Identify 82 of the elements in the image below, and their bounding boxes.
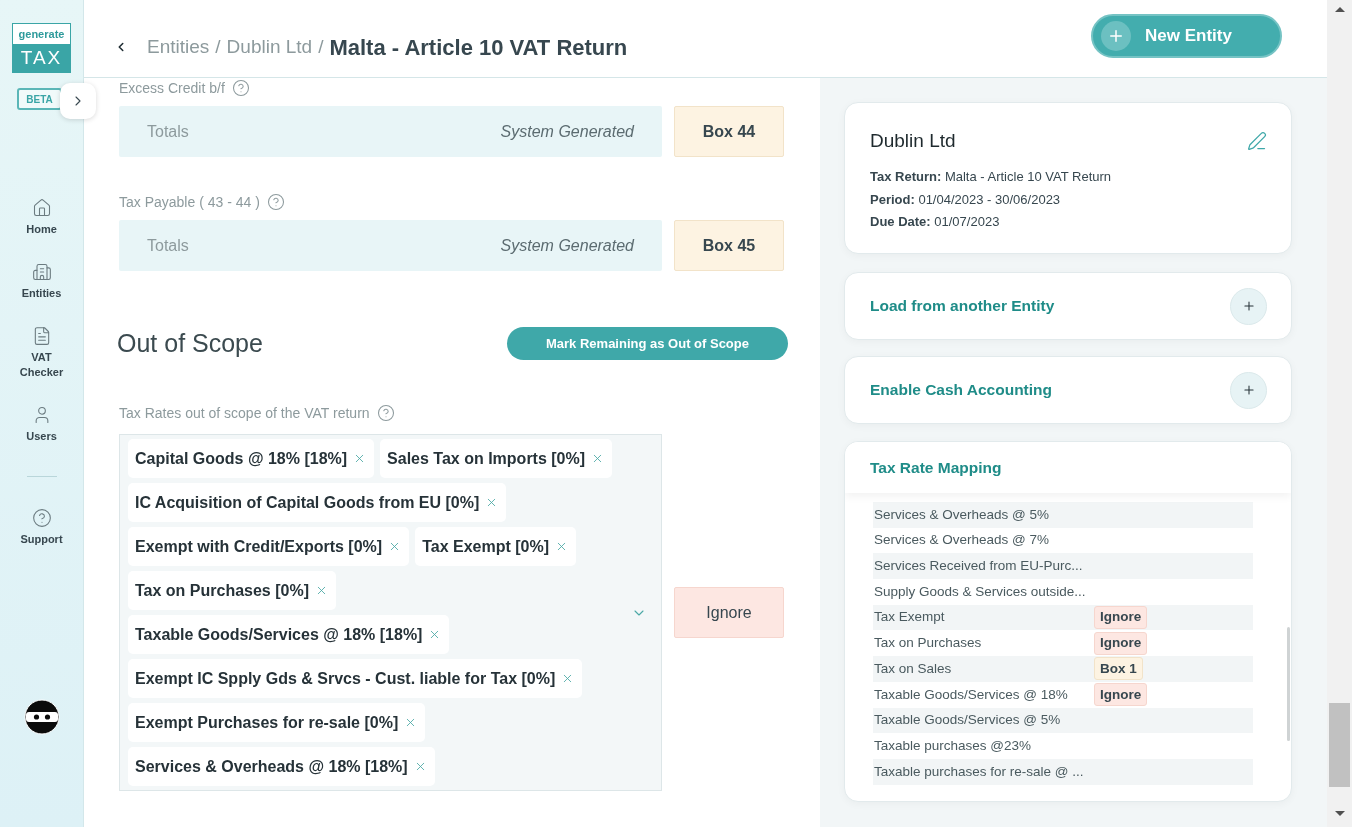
expand-button[interactable] [1230,287,1267,325]
edit-icon[interactable] [1247,131,1267,151]
tax-rate-name: Tax on Purchases [873,634,983,653]
page-title: Malta - Article 10 VAT Return [329,33,628,62]
avatar-icon[interactable] [23,699,60,735]
sidebar-nav-item[interactable]: Entities [6,262,77,301]
scroll-up-arrow-icon[interactable] [1335,7,1345,12]
box-mapping-tag: Ignore [1094,631,1148,655]
tax-rate-name: Services & Overheads @ 7% [873,531,1051,550]
box-mapping-tag: Box 1 [1094,657,1143,681]
section-heading: Out of Scope [117,327,263,359]
entity-detail-line: Due Date: 01/07/2023 [870,213,1001,231]
breadcrumb-separator: / [215,34,221,59]
tax-rate-chip: Tax Exempt [0%] [415,527,576,566]
field-label: Tax Payable ( 43 - 44 ) [119,192,260,212]
logo-wordmark: generate [17,26,66,42]
sidebar-nav-item[interactable]: VAT Checker [6,326,77,380]
help-icon[interactable] [266,193,285,211]
breadcrumb-link[interactable]: Entities [147,32,210,62]
tax-rate-name: Taxable Goods/Services @ 18% [873,685,1069,704]
help-icon[interactable] [376,404,395,422]
field-note: System Generated [500,235,634,256]
close-icon[interactable] [555,540,568,553]
tax-rate-chip: Exempt with Credit/Exports [0%] [128,527,410,566]
sidebar-nav-item[interactable]: Users [6,405,77,444]
tax-rate-chip: Taxable Goods/Services @ 18% [18%] [128,615,450,654]
entity-detail-line: Tax Return: Malta - Article 10 VAT Return [870,168,1113,186]
card-title: Tax Rate Mapping [870,457,1002,478]
field-note: System Generated [500,121,634,142]
tax-rate-chip: Services & Overheads @ 18% [18%] [128,747,435,786]
field-label: Excess Credit b/f [119,78,225,98]
tax-rate-chip: Exempt Purchases for re-sale [0%] [128,703,426,742]
tax-rate-name: Services & Overheads @ 5% [873,505,1051,524]
beta-badge: BETA [17,88,62,110]
tax-rate-name: Services Received from EU-Purc... [873,557,1084,576]
tax-rate-chip: Capital Goods @ 18% [18%] [128,439,375,478]
tax-rate-name: Tax on Sales [873,659,953,678]
section-title: Enable Cash Accounting [870,380,1052,401]
sidebar-nav-item[interactable]: Support [6,508,77,547]
tax-rate-chip: Exempt IC Spply Gds & Srvcs - Cust. liable for Tax [0%] [128,659,583,698]
plus-icon [1241,299,1256,313]
help-icon[interactable] [231,79,250,97]
app-logo[interactable]: generate TAX [12,23,71,73]
box-mapping-tag: Ignore [1094,683,1148,707]
scrollbar-thumb[interactable] [1329,703,1350,787]
field-label: Tax Rates out of scope of the VAT return [119,403,370,423]
logo-tax-text: TAX [13,43,70,72]
tax-rate-chip: Tax on Purchases [0%] [128,571,336,610]
mark-out-of-scope-button[interactable]: Mark Remaining as Out of Scope [507,327,788,360]
box-mapping-tag: Box 45 [674,220,784,271]
tax-rate-name: Taxable purchases for re-sale @ ... [873,762,1085,781]
plus-icon [1241,383,1256,397]
collapsible-section-card[interactable]: Enable Cash Accounting [844,356,1292,424]
tax-rate-name: Supply Goods & Services outside... [873,582,1087,601]
field-value: Totals [147,235,189,256]
scroll-down-arrow-icon[interactable] [1335,811,1345,816]
help-icon [31,508,52,528]
field-value: Totals [147,121,189,142]
tax-rate-chip: Sales Tax on Imports [0%] [380,439,613,478]
tax-rate-name: Taxable Goods/Services @ 5% [873,711,1062,730]
page-scrollbar[interactable] [1327,0,1352,827]
new-entity-button[interactable]: New Entity [1091,14,1282,58]
box-mapping-tag: Box 44 [674,106,784,157]
expand-button[interactable] [1230,371,1267,409]
sidebar-nav-item[interactable]: Home [6,198,77,237]
breadcrumb-separator: / [318,34,324,59]
collapsible-section-card[interactable]: Load from another Entity [844,272,1292,340]
entity-detail-line: Period: 01/04/2023 - 30/06/2023 [870,190,1062,209]
plus-icon [1101,21,1131,51]
section-title: Load from another Entity [870,296,1055,317]
breadcrumb-link[interactable]: Dublin Ltd [226,32,313,62]
tax-rate-chip: IC Acquisition of Capital Goods from EU [0%] [128,483,507,522]
close-icon[interactable] [315,584,328,597]
tax-rate-name: Tax Exempt [873,608,946,627]
buildings-icon [31,262,52,282]
box-mapping-tag: Ignore [674,587,784,638]
tax-rate-name: Taxable purchases @23% [873,736,1033,755]
home-icon [31,198,52,218]
tax-rates-select[interactable] [119,434,662,791]
box-mapping-tag: Ignore [1094,606,1148,630]
entity-name: Dublin Ltd [870,129,956,153]
expand-sidebar-button[interactable] [60,83,96,119]
